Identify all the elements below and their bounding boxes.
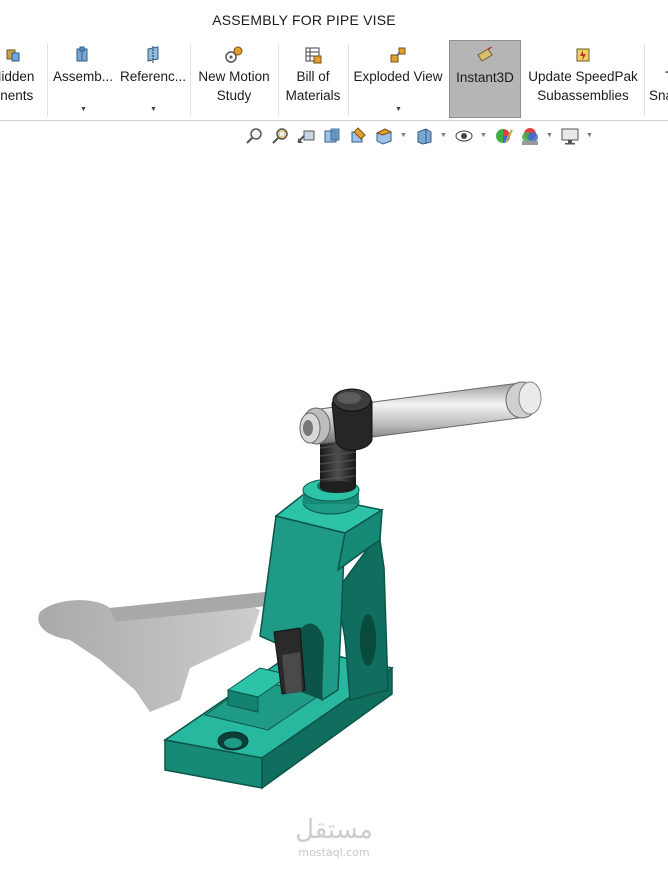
button-label: Instant3D [456,70,514,85]
instant3d-button[interactable]: Instant3D [449,40,521,118]
dropdown-caret-icon[interactable]: ▼ [440,132,447,139]
show-hidden-components-button[interactable]: Hidden onents [0,40,46,120]
button-label: Exploded View [353,69,443,84]
assembly-features-icon [76,46,88,62]
heads-up-view-toolbar: ▼ ▼ ▼ ▼ ▼ [244,126,604,148]
motion-study-icon [225,46,243,63]
dropdown-caret-icon[interactable]: ▼ [586,132,593,139]
previous-view-icon[interactable] [296,126,316,146]
exploded-view-icon [390,47,406,63]
ribbon-separator [348,44,349,116]
button-label-line2: onents [0,88,34,103]
apply-scene-icon[interactable] [520,126,540,146]
button-label-line2: Subassemblies [537,88,629,103]
button-label-line2: Sna [649,88,668,103]
button-label-line1: T [649,67,668,86]
button-label-line1: Hidden [0,69,35,84]
new-motion-study-button[interactable]: New Motion Study [193,40,275,120]
ribbon-separator [278,44,279,116]
dynamic-annotation-icon[interactable] [348,126,368,146]
update-speedpak-button[interactable]: Update SpeedPak Subassemblies [524,40,642,120]
button-label-line2: Materials [285,88,341,103]
window-title: ASSEMBLY FOR PIPE VISE [212,12,396,28]
dropdown-caret-icon[interactable]: ▼ [80,100,87,119]
graphics-area-3d-viewport[interactable] [0,150,668,876]
reference-geometry-icon [147,46,159,64]
speedpak-icon [576,48,590,62]
bill-of-materials-button[interactable]: Bill of Materials [281,40,345,120]
reference-geometry-button[interactable]: Referenc... ▼ [119,40,187,120]
edit-appearance-icon[interactable] [494,126,514,146]
ribbon-separator [190,44,191,116]
hide-show-items-icon[interactable] [454,126,474,146]
dropdown-caret-icon[interactable]: ▼ [546,132,553,139]
view-orientation-icon[interactable] [374,126,394,146]
button-label: Referenc... [119,69,187,84]
dropdown-caret-icon[interactable]: ▼ [400,132,407,139]
ribbon-separator [47,44,48,116]
instant3d-icon [477,47,493,62]
command-manager-ribbon: Hidden onents Assemb... ▼ Referenc... ▼ [0,40,668,121]
dropdown-caret-icon[interactable]: ▼ [480,132,487,139]
assembly-features-button[interactable]: Assemb... ▼ [51,40,115,120]
button-label-line2: Study [216,88,252,103]
zoom-to-fit-icon[interactable] [244,126,264,146]
bill-of-materials-icon [305,47,322,64]
button-label-line1: Bill of [296,69,330,84]
vise-handle [299,381,542,451]
dropdown-caret-icon[interactable]: ▼ [150,100,157,119]
section-view-icon[interactable] [322,126,342,146]
button-label: Assemb... [52,69,114,84]
dropdown-caret-icon[interactable]: ▼ [395,100,402,119]
view-settings-icon[interactable] [560,126,580,146]
button-label-line1: New Motion [198,69,270,84]
ribbon-separator [644,44,645,116]
display-style-icon[interactable] [414,126,434,146]
hidden-components-icon [6,49,20,62]
exploded-view-button[interactable]: Exploded View ▼ [351,40,445,120]
button-label-line1: Update SpeedPak [528,69,638,84]
title-bar: ASSEMBLY FOR PIPE VISE [0,0,668,41]
take-snapshot-button[interactable]: T Sna [647,40,668,120]
zoom-to-area-icon[interactable] [270,126,290,146]
